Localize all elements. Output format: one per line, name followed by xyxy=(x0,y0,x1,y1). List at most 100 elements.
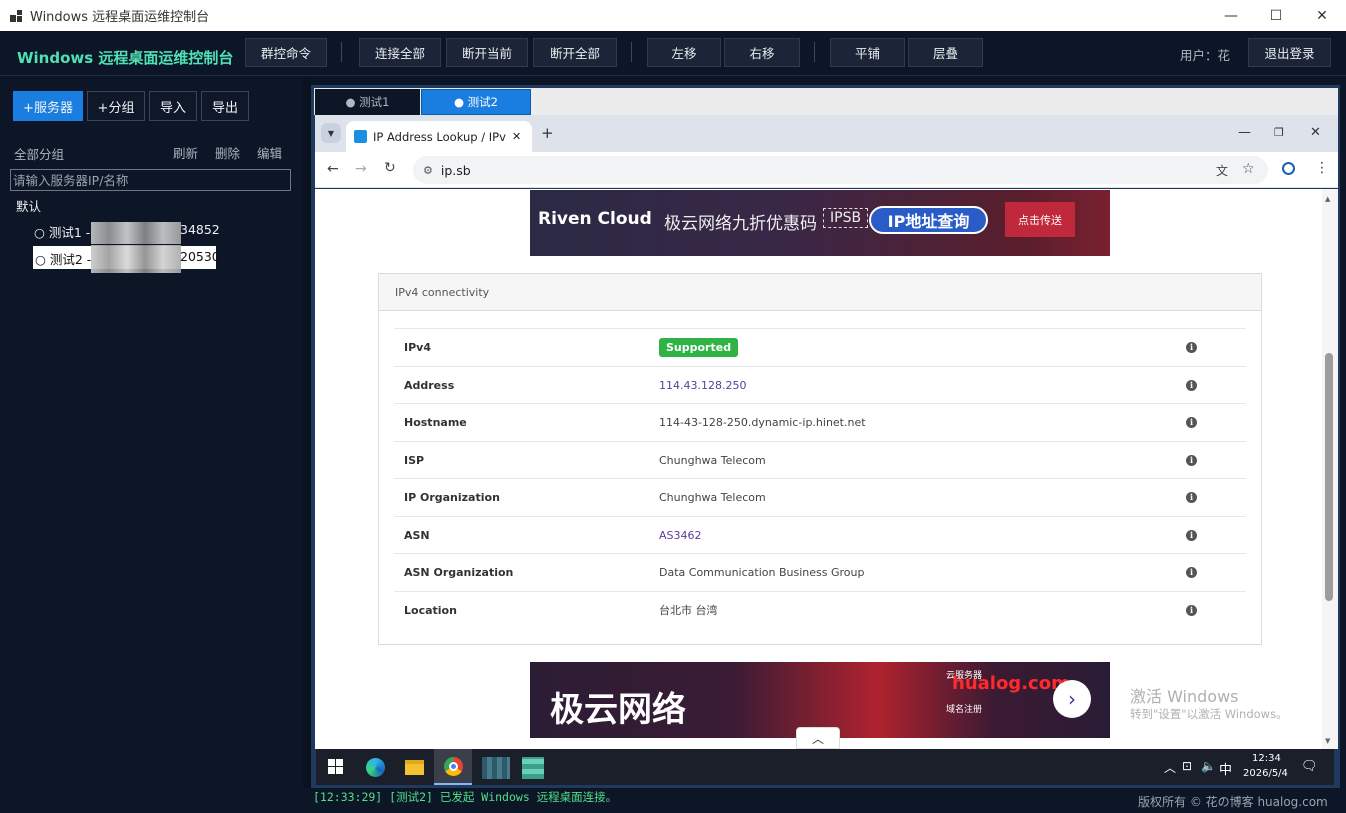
import-button[interactable]: 导入 xyxy=(149,91,197,121)
table-row: ISP Chunghwa Telecom i xyxy=(394,441,1246,478)
disconnect-all-button[interactable]: 断开全部 xyxy=(533,38,617,67)
redacted-ip xyxy=(91,245,181,273)
add-group-button[interactable]: +分组 xyxy=(87,91,145,121)
browser-minimize-icon[interactable]: — xyxy=(1238,125,1251,140)
banner-promo: 极云网络九折优惠码 xyxy=(664,214,817,234)
taskbar-app-icon[interactable] xyxy=(522,757,544,779)
panel-splitter[interactable] xyxy=(303,77,311,788)
translate-icon[interactable]: 文 xyxy=(1216,162,1228,179)
edge-icon[interactable] xyxy=(366,758,385,777)
clock-date[interactable]: 2026/5/4 xyxy=(1243,768,1288,779)
menu-kebab-icon[interactable]: ⋮ xyxy=(1315,160,1329,176)
move-right-button[interactable]: 右移 xyxy=(724,38,800,67)
connect-all-button[interactable]: 连接全部 xyxy=(359,38,441,67)
chrome-taskbar-item[interactable] xyxy=(434,749,472,785)
activate-windows-title: 激活 Windows xyxy=(1130,687,1239,706)
banner-code: IPSB xyxy=(823,208,869,228)
group-command-button[interactable]: 群控命令 xyxy=(245,38,327,67)
logout-button[interactable]: 退出登录 xyxy=(1248,38,1331,67)
profile-icon[interactable] xyxy=(1282,162,1295,175)
info-icon[interactable]: i xyxy=(1186,566,1197,578)
table-row: Location 台北市 台湾 i xyxy=(394,591,1246,628)
forward-icon[interactable]: → xyxy=(355,161,367,177)
export-button[interactable]: 导出 xyxy=(201,91,249,121)
taskbar-app-icon[interactable] xyxy=(482,757,510,779)
new-tab-button[interactable]: + xyxy=(541,124,554,142)
url-text: ip.sb xyxy=(440,162,471,178)
edit-link[interactable]: 编辑 xyxy=(257,143,282,162)
tab-search-icon[interactable]: ▼ xyxy=(321,123,341,143)
move-left-button[interactable]: 左移 xyxy=(647,38,721,67)
ime-indicator[interactable]: 中 xyxy=(1219,759,1232,778)
card-title: IPv4 connectivity xyxy=(379,274,1261,311)
address-bar[interactable]: ⚙ ip.sb xyxy=(413,156,1268,184)
remote-tab-test1[interactable]: ● 测试1 xyxy=(315,89,420,115)
tray-chevron-icon[interactable]: ︿ xyxy=(1164,759,1176,776)
info-icon[interactable]: i xyxy=(1186,454,1197,466)
server-search-input[interactable] xyxy=(10,169,291,191)
reload-icon[interactable]: ↻ xyxy=(384,160,396,176)
file-explorer-icon[interactable] xyxy=(405,760,424,775)
table-row: IPv4 Supported i xyxy=(394,328,1246,365)
banner-go-button[interactable]: 点击传送 xyxy=(1005,202,1075,237)
page-scrollbar[interactable]: ▲ ▼ xyxy=(1322,189,1338,749)
toolbar-divider xyxy=(814,42,815,62)
scroll-top-chevron-icon[interactable]: ︿ xyxy=(796,727,840,749)
redacted-ip xyxy=(91,222,181,244)
tile-button[interactable]: 平铺 xyxy=(830,38,905,67)
cascade-button[interactable]: 层叠 xyxy=(908,38,983,67)
supported-badge: Supported xyxy=(659,337,739,357)
add-server-button[interactable]: +服务器 xyxy=(13,91,83,121)
user-label: 用户：花 xyxy=(1180,48,1231,63)
close-button[interactable]: ✕ xyxy=(1299,0,1345,31)
window-title: Windows 远程桌面运维控制台 xyxy=(30,10,210,25)
info-icon[interactable]: i xyxy=(1186,416,1197,428)
address-link[interactable]: 114.43.128.250 xyxy=(659,379,746,392)
asn-link[interactable]: AS3462 xyxy=(659,529,702,542)
banner-brand: Riven Cloud xyxy=(538,209,652,229)
server-ip-suffix: 34852 xyxy=(180,222,220,237)
tab-close-icon[interactable]: ✕ xyxy=(512,130,521,143)
info-icon[interactable]: i xyxy=(1186,529,1197,541)
back-icon[interactable]: ← xyxy=(327,161,339,177)
banner2-brand: 极云网络 xyxy=(550,690,686,730)
info-icon[interactable]: i xyxy=(1186,604,1197,616)
browser-tab[interactable]: IP Address Lookup / IPv4 / IP ✕ xyxy=(346,121,532,152)
log-line: [12:33:29] [测试2] 已发起 Windows 远程桌面连接。 xyxy=(313,790,618,804)
toolbar-divider xyxy=(631,42,632,62)
info-icon[interactable]: i xyxy=(1186,379,1197,391)
minimize-button[interactable]: — xyxy=(1208,0,1254,31)
copyright-text: 版权所有 © 花の博客 hualog.com xyxy=(1138,795,1328,809)
site-favicon xyxy=(354,130,367,143)
tree-group-default[interactable]: 默认 xyxy=(16,196,41,215)
windows-start-icon[interactable] xyxy=(328,759,344,775)
disconnect-current-button[interactable]: 断开当前 xyxy=(446,38,528,67)
banner2-next-icon[interactable]: › xyxy=(1053,680,1091,718)
app-title: Windows 远程桌面运维控制台 xyxy=(17,49,234,67)
info-icon[interactable]: i xyxy=(1186,491,1197,503)
scrollbar-thumb[interactable] xyxy=(1325,353,1333,601)
clock-time[interactable]: 12:34 xyxy=(1252,753,1281,764)
watermark-text: hualog.com xyxy=(952,673,1070,694)
banner2-line2: 域名注册 xyxy=(946,705,983,715)
server-name: ○ 测试2 - xyxy=(35,252,92,267)
delete-link[interactable]: 删除 xyxy=(215,143,240,162)
site-info-icon[interactable]: ⚙ xyxy=(423,164,433,177)
volume-icon[interactable]: 🔈 xyxy=(1201,759,1216,773)
banner-pill: IP地址查询 xyxy=(869,206,988,234)
table-row: Address 114.43.128.250 i xyxy=(394,366,1246,403)
bookmark-star-icon[interactable]: ☆ xyxy=(1242,161,1255,177)
notification-icon[interactable]: 🗨 xyxy=(1301,759,1318,774)
browser-close-icon[interactable]: ✕ xyxy=(1310,125,1321,140)
app-icon xyxy=(10,9,22,22)
browser-restore-icon[interactable]: ❐ xyxy=(1274,126,1284,139)
refresh-link[interactable]: 刷新 xyxy=(173,143,198,162)
network-icon[interactable]: ⊡ xyxy=(1182,759,1192,773)
window-titlebar: Windows 远程桌面运维控制台 xyxy=(0,0,1346,31)
maximize-button[interactable]: ☐ xyxy=(1253,0,1299,31)
table-row: ASN AS3462 i xyxy=(394,516,1246,553)
info-icon[interactable]: i xyxy=(1186,341,1197,353)
group-header: 全部分组 xyxy=(14,147,65,162)
remote-tab-test2[interactable]: ● 测试2 xyxy=(421,89,531,115)
server-name: ○ 测试1 - xyxy=(34,225,91,240)
